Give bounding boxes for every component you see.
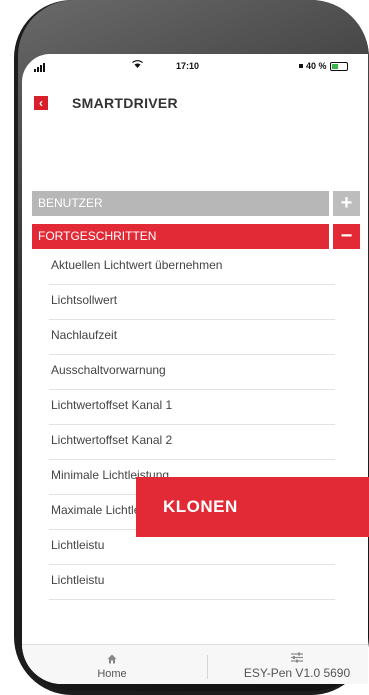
divider [49,284,335,285]
list-item[interactable]: Lichtwertoffset Kanal 2 [22,426,368,460]
bottom-tab-bar: Home ESY-Pen V1.0 5690 [22,644,368,684]
section-fortgeschritten[interactable]: FORTGESCHRITTEN − [32,224,368,249]
app-screen: 17:10 40 % ‹ SMARTDRIVER BENUTZER + FORT… [22,54,368,684]
list-item[interactable]: Aktuellen Lichtwert übernehmen [22,251,368,285]
battery-icon [329,61,348,71]
list-item[interactable]: Lichtleistu [22,566,368,600]
list-item-label: Ausschaltvorwarnung [51,363,166,377]
list-item-label: Lichtwertoffset Kanal 2 [51,433,173,447]
divider [49,599,335,600]
settings-sliders-icon [222,651,368,666]
list-item-label: Lichtleistu [51,573,105,587]
tab-device[interactable]: ESY-Pen V1.0 5690 [222,651,368,680]
lock-rotation-icon [299,64,303,68]
divider [49,564,335,565]
page-title: SMARTDRIVER [72,95,178,111]
tab-separator [207,655,208,679]
signal-icon [34,62,46,72]
divider [49,354,335,355]
list-item[interactable]: Lichtsollwert [22,286,368,320]
status-bar: 17:10 40 % [22,54,368,80]
divider [49,459,335,460]
list-item-label: Nachlaufzeit [51,328,118,342]
list-item[interactable]: Ausschaltvorwarnung [22,356,368,390]
klonen-button[interactable]: KLONEN [136,477,369,537]
tab-device-label: ESY-Pen V1.0 5690 [243,666,351,680]
tab-home-label: Home [97,668,127,680]
list-item-label: Aktuellen Lichtwert übernehmen [51,258,223,272]
wifi-icon [132,60,143,71]
app-header: ‹ SMARTDRIVER [22,80,368,134]
expand-plus-icon[interactable]: + [333,191,360,216]
list-item-label: Lichtleistu [51,538,105,552]
section-label: FORTGESCHRITTEN [32,224,329,249]
home-icon [82,653,142,667]
status-time: 17:10 [176,61,200,71]
tab-home[interactable]: Home [82,653,142,680]
list-item[interactable]: Nachlaufzeit [22,321,368,355]
section-benutzer[interactable]: BENUTZER + [32,191,368,216]
list-item-label: Lichtsollwert [51,293,118,307]
divider [49,319,335,320]
divider [49,424,335,425]
battery-percent: 40 % [306,61,327,71]
section-label: BENUTZER [32,191,329,216]
list-item[interactable]: Lichtwertoffset Kanal 1 [22,391,368,425]
battery-fill [331,63,338,69]
divider [49,389,335,390]
battery-indicator: 40 % [299,61,348,71]
back-button[interactable]: ‹ [34,96,48,110]
list-item-label: Lichtwertoffset Kanal 1 [51,398,173,412]
collapse-minus-icon[interactable]: − [333,224,360,249]
